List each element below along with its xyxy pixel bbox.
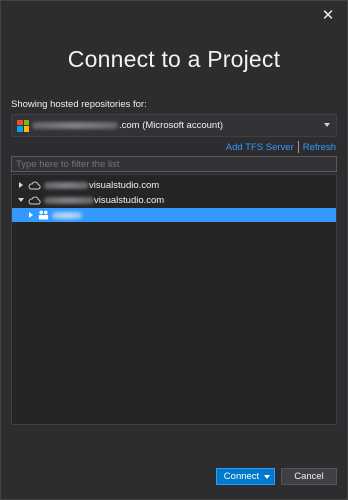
redacted-account-name — [44, 196, 94, 204]
tree-item-label: visualstudio.com — [94, 194, 165, 206]
cancel-button[interactable]: Cancel — [281, 468, 337, 485]
tree-item-team-project[interactable] — [12, 208, 336, 222]
expand-arrow-icon[interactable] — [26, 211, 35, 220]
team-project-icon — [38, 210, 49, 220]
chevron-down-icon — [324, 123, 330, 127]
refresh-link[interactable]: Refresh — [303, 142, 336, 153]
link-separator — [297, 141, 299, 153]
connect-options-dropdown[interactable] — [260, 474, 274, 479]
redacted-account-email — [32, 122, 118, 129]
repository-tree[interactable]: visualstudio.com visualstudio.com — [11, 174, 337, 425]
expand-arrow-icon[interactable] — [16, 181, 25, 190]
dialog-title: Connect to a Project — [67, 46, 281, 72]
tree-item-server-1[interactable]: visualstudio.com — [12, 178, 336, 192]
cloud-icon — [28, 196, 41, 204]
close-button[interactable]: ✕ — [319, 7, 337, 25]
account-actions: Add TFS Server Refresh — [226, 141, 336, 153]
account-section-label: Showing hosted repositories for: — [11, 99, 147, 110]
chevron-down-icon — [264, 474, 270, 479]
connect-button[interactable]: Connect — [216, 468, 275, 485]
connect-dialog: ✕ Connect to a Project Showing hosted re… — [0, 0, 348, 500]
connect-button-label: Connect — [223, 471, 260, 482]
close-icon: ✕ — [321, 7, 335, 24]
tree-item-label: visualstudio.com — [89, 179, 160, 191]
cloud-icon — [28, 181, 41, 189]
redacted-account-name — [44, 181, 89, 189]
collapse-arrow-icon[interactable] — [16, 196, 25, 205]
filter-input[interactable] — [11, 156, 337, 172]
add-tfs-server-link[interactable]: Add TFS Server — [226, 142, 294, 153]
redacted-project-name — [52, 211, 82, 219]
tree-item-server-2[interactable]: visualstudio.com — [12, 193, 336, 207]
account-name-suffix: .com (Microsoft account) — [119, 120, 223, 131]
account-dropdown[interactable]: .com (Microsoft account) — [11, 114, 337, 137]
account-name: .com (Microsoft account) — [32, 120, 223, 131]
microsoft-logo-icon — [17, 119, 29, 132]
